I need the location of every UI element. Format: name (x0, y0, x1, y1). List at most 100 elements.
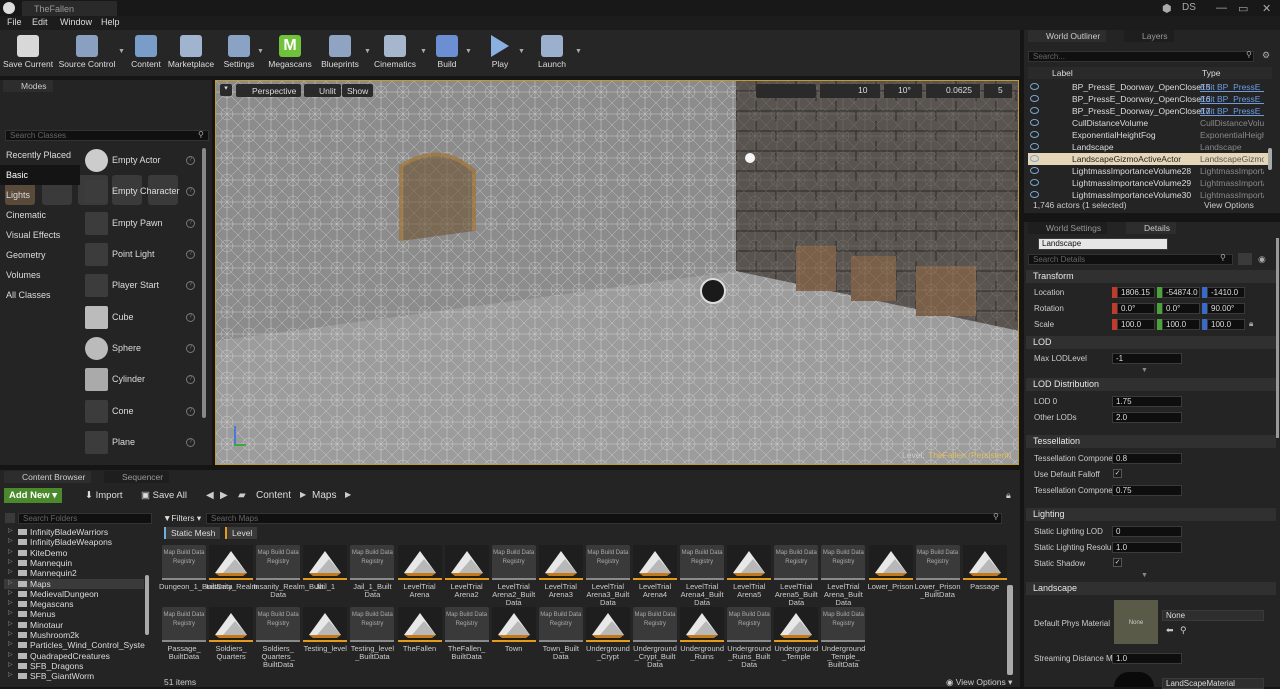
expand-arrow-icon[interactable]: ▷ (8, 661, 13, 668)
place-item-point-light[interactable]: Point Light? (82, 241, 200, 271)
category-volumes[interactable]: Volumes (0, 265, 80, 285)
scale-z[interactable]: 100.0 (1207, 319, 1245, 330)
tab-sequencer[interactable]: Sequencer (104, 471, 170, 483)
help-icon[interactable]: ? (186, 438, 195, 447)
column-label[interactable]: Label (1052, 68, 1073, 78)
column-type[interactable]: Type (1202, 68, 1220, 78)
breadcrumb-content[interactable]: Content (256, 490, 291, 501)
rotation-label[interactable]: Rotation (1034, 304, 1064, 313)
view-options-button[interactable]: View Options (1204, 200, 1254, 210)
asset-tile[interactable]: Map Build Data Registry Soldiers_ Quarter… (256, 607, 301, 672)
blueprints-dropdown-icon[interactable]: ▼ (364, 48, 371, 55)
asset-tile[interactable]: Map Build Data Registry LevelTrial Arena2… (491, 545, 536, 610)
expand-arrow-icon[interactable]: ▷ (8, 609, 13, 616)
folder-item[interactable]: ▷ InfinityBladeWarriors (4, 527, 144, 537)
category-basic[interactable]: Basic (0, 165, 80, 185)
filter-chip-level[interactable]: Level (225, 527, 258, 539)
outliner-row-type[interactable]: Edit BP_PressE_ (1200, 82, 1264, 92)
browse-icon[interactable]: ⚲ (1180, 625, 1187, 636)
expand-arrow-icon[interactable]: ▷ (8, 630, 13, 637)
visibility-eye-icon[interactable] (1030, 131, 1039, 138)
details-search-input[interactable]: Search Details (1028, 254, 1233, 265)
folder-item[interactable]: ▷ QuadrapedCreatures (4, 651, 144, 661)
asset-tile[interactable]: LevelTrial Arena4 (633, 545, 677, 610)
camera-speed-value[interactable]: 5 (984, 84, 1012, 98)
launch-dropdown-icon[interactable]: ▼ (575, 48, 582, 55)
category-cinematic[interactable]: Cinematic (0, 205, 80, 225)
outliner-row[interactable]: LightmassImportanceVolume28 LightmassImpo… (1028, 165, 1272, 177)
surface-snap-icon[interactable] (820, 84, 846, 98)
marketplace-button[interactable]: Marketplace (166, 32, 216, 74)
menu-file[interactable]: File (7, 17, 22, 27)
outliner-row[interactable]: BP_PressE_Doorway_OpenClose17 Edit BP_Pre… (1028, 105, 1272, 117)
help-icon[interactable]: ? (186, 407, 195, 416)
asset-tile[interactable]: Map Build Data Registry Dungeon_1_BuiltDa… (159, 545, 232, 610)
viewport-options-icon[interactable]: ▾ (220, 84, 232, 96)
place-item-cylinder[interactable]: Cylinder? (82, 366, 200, 396)
asset-tile[interactable]: Underground _Temple (774, 607, 819, 672)
property-matrix-icon[interactable] (1238, 253, 1252, 265)
asset-tile[interactable]: Map Build Data Registry TheFallen_ BuiltD… (444, 607, 489, 672)
asset-search-input[interactable]: Search Maps (206, 513, 1002, 524)
folder-item[interactable]: ▷ SFB_Dragons (4, 661, 144, 671)
expand-arrow-icon[interactable]: ▷ (8, 589, 13, 596)
menu-window[interactable]: Window (60, 17, 92, 27)
static-shadow-checkbox[interactable]: ✓ (1113, 558, 1122, 567)
help-icon[interactable]: ? (186, 344, 195, 353)
filters-button[interactable]: ▼Filters ▾ (160, 512, 204, 524)
play-dropdown-icon[interactable]: ▼ (518, 48, 525, 55)
place-item-empty-character[interactable]: Empty Character? (82, 178, 200, 208)
folder-item[interactable]: ▷ Megascans (4, 599, 144, 609)
filter-chip-static-mesh[interactable]: Static Mesh (164, 527, 221, 539)
folder-item[interactable]: ▷ Mannequin (4, 558, 144, 568)
folder-item[interactable]: ▷ Menus (4, 609, 144, 619)
use-default-falloff-checkbox[interactable]: ✓ (1113, 469, 1122, 478)
category-geometry[interactable]: Geometry (0, 245, 80, 265)
expand-arrow-icon[interactable]: ▷ (8, 579, 13, 586)
asset-tile[interactable]: LevelTrial Arena3 (538, 545, 583, 610)
place-item-cone[interactable]: Cone? (82, 398, 200, 428)
scrollbar[interactable] (202, 148, 206, 418)
visibility-icon[interactable]: ◉ (1258, 254, 1266, 265)
show-button[interactable]: Show (342, 84, 374, 97)
tab-modes[interactable]: Modes (3, 80, 53, 92)
scale-x[interactable]: 100.0 (1117, 319, 1155, 330)
asset-tile[interactable]: Map Build Data Registry LevelTrial Arena3… (585, 545, 630, 610)
static-lighting-lod-field[interactable]: 0 (1112, 526, 1182, 537)
actor-name-field[interactable]: Landscape (1038, 238, 1168, 250)
asset-tile[interactable]: LevelTrial Arena5 (727, 545, 772, 610)
folder-item[interactable]: ▷ Minotaur (4, 620, 144, 630)
asset-tile[interactable]: Underground _Ruins (680, 607, 725, 672)
scrollbar[interactable] (1268, 148, 1272, 170)
save-current-button[interactable]: Save Current (3, 32, 53, 74)
folder-item[interactable]: ▷ InfinityBladeWeapons (4, 537, 144, 547)
phys-material-dropdown[interactable]: None (1162, 610, 1264, 621)
help-icon[interactable]: ? (186, 281, 195, 290)
folder-item[interactable]: ▷ Mushroom2k (4, 630, 144, 640)
visibility-eye-icon[interactable] (1030, 107, 1039, 114)
feedback-icon[interactable]: ⬢ (1162, 2, 1172, 15)
rotation-z[interactable]: 90.00° (1207, 303, 1245, 314)
minimize-button[interactable]: — (1216, 2, 1227, 14)
megascans-button[interactable]: M Megascans (267, 32, 313, 74)
streaming-distance-field[interactable]: 1.0 (1112, 653, 1182, 664)
asset-tile[interactable]: Map Build Data Registry LevelTrial Arena4… (680, 545, 725, 610)
asset-tile[interactable]: Insanity_Realm (206, 545, 258, 610)
place-item-cube[interactable]: Cube? (82, 304, 200, 334)
asset-tile[interactable]: Map Build Data Registry Underground _Cryp… (633, 607, 677, 672)
expand-arrow-icon[interactable]: ▷ (8, 558, 13, 565)
sources-toggle-icon[interactable] (5, 513, 15, 523)
scrollbar[interactable] (145, 575, 149, 635)
expand-arrow-icon[interactable]: ▷ (8, 599, 13, 606)
visibility-eye-icon[interactable] (1030, 155, 1039, 162)
outliner-row[interactable]: BP_PressE_Doorway_OpenClose16 Edit BP_Pre… (1028, 93, 1272, 105)
asset-tile[interactable]: Jail_1 (303, 545, 348, 610)
expand-arrow-icon[interactable]: ▷ (8, 548, 13, 555)
launch-button[interactable]: Launch (534, 32, 570, 74)
expand-arrow-icon[interactable]: ▷ (8, 651, 13, 658)
asset-tile[interactable]: Map Build Data Registry Town_Built Data (538, 607, 583, 672)
rotation-snap-value[interactable]: 10° (884, 84, 922, 98)
save-all-button[interactable]: ▣ Save All (136, 488, 192, 503)
outliner-row[interactable]: LightmassImportanceVolume29 LightmassImpo… (1028, 177, 1272, 189)
category-all-classes[interactable]: All Classes (0, 285, 80, 305)
